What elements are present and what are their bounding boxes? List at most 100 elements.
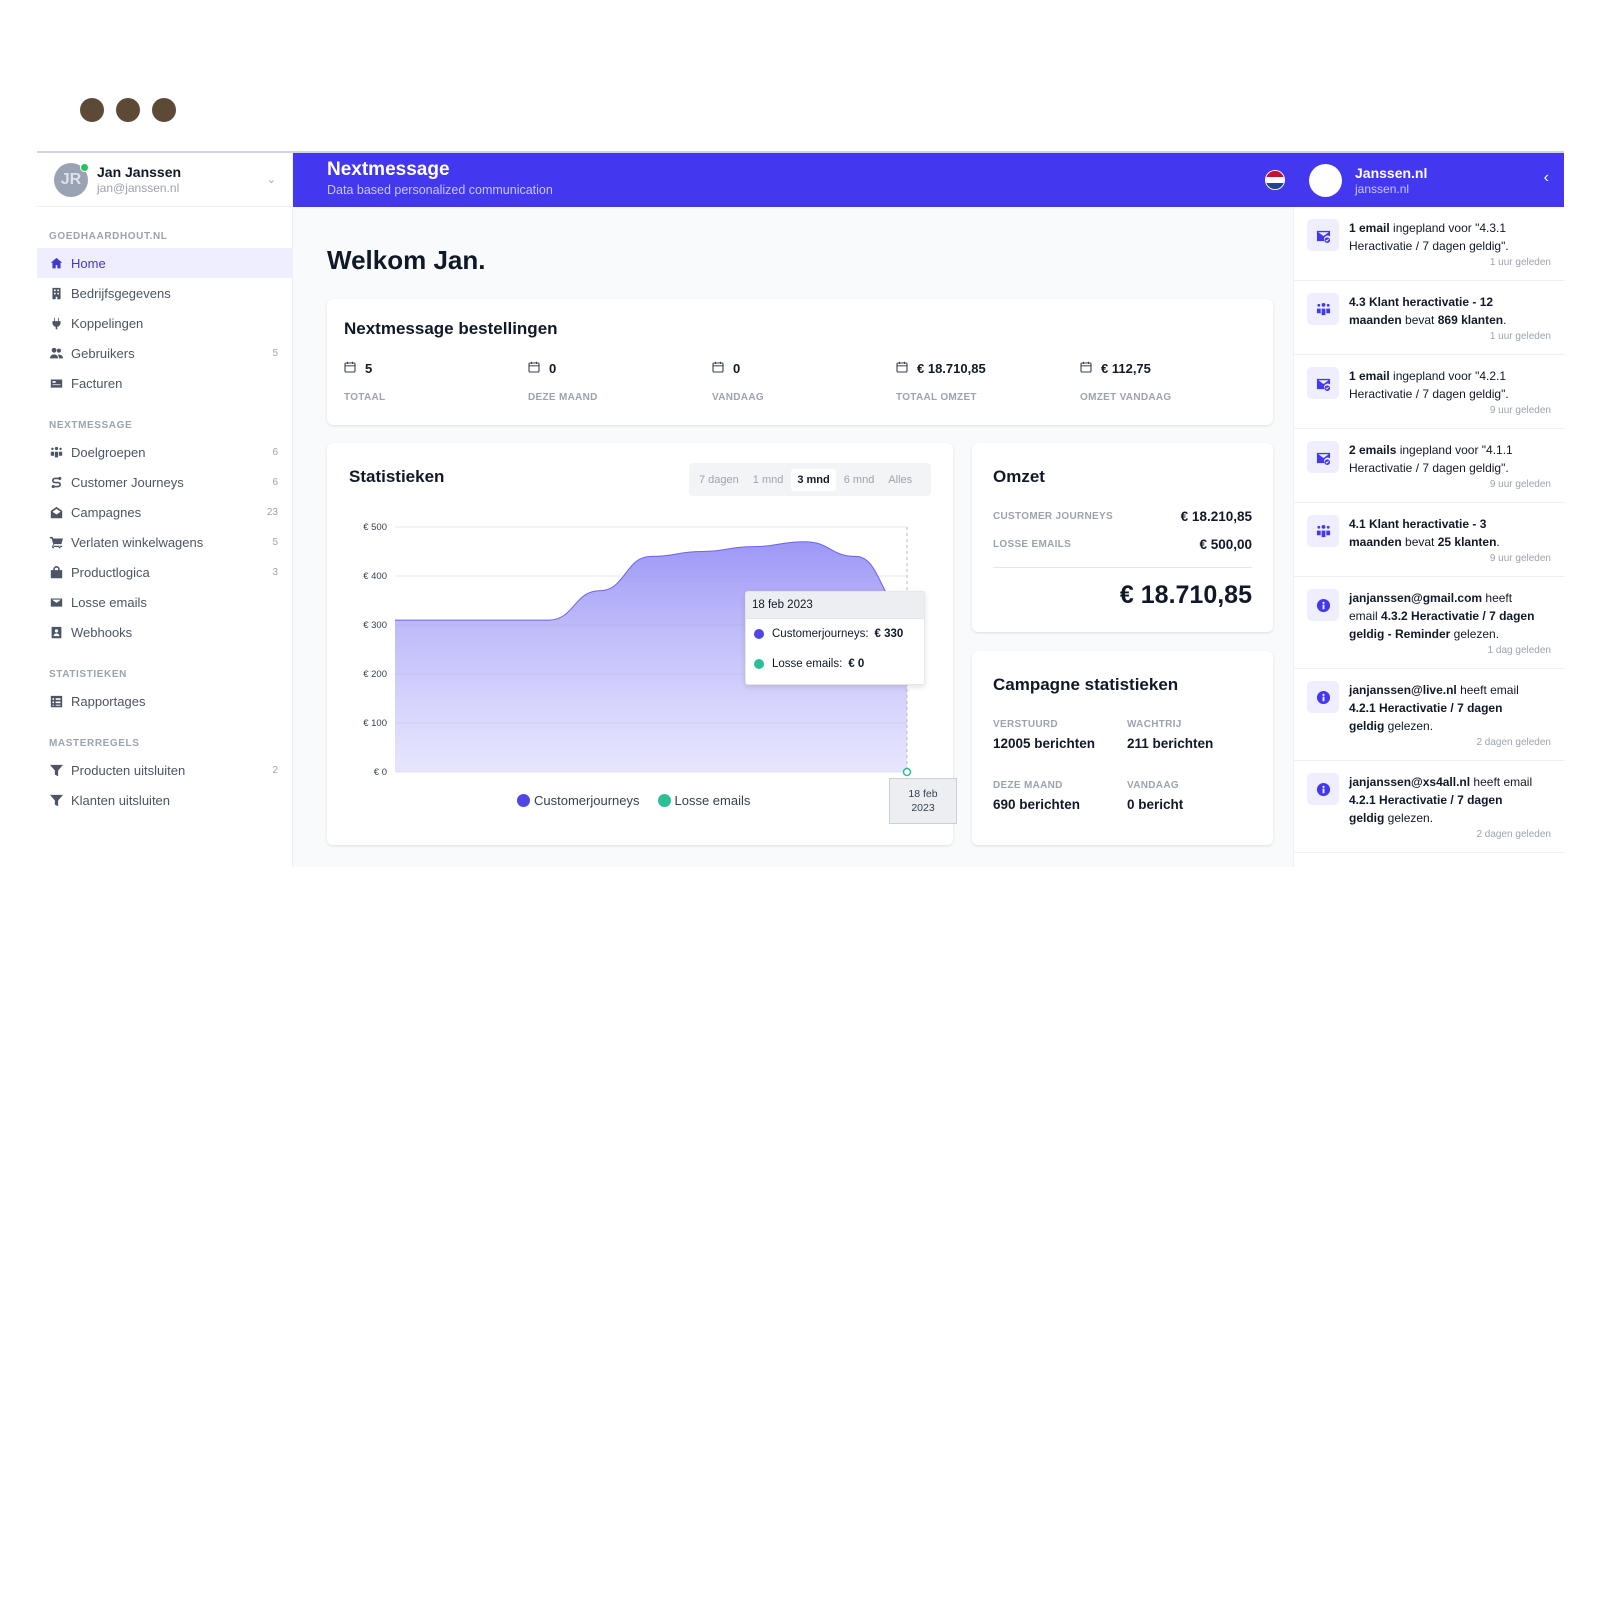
nav-section-heading: MASTERREGELS [49, 738, 140, 749]
revenue-row-label: CUSTOMER JOURNEYS [993, 511, 1113, 522]
app-title: Nextmessage [327, 159, 450, 180]
campaign-stat-value: 211 berichten [1127, 736, 1214, 751]
order-stat: 5 TOTAAL [344, 361, 385, 403]
campaign-stats-title: Campagne statistieken [993, 675, 1179, 694]
sidebar-item-productlogica[interactable]: Productlogica 3 [37, 557, 292, 587]
legend-label: Losse emails [674, 793, 751, 808]
top-bar: Nextmessage Data based personalized comm… [293, 153, 1564, 207]
legend-dot [657, 794, 671, 807]
sidebar-item-label: Rapportages [71, 693, 146, 709]
online-status-icon [80, 162, 89, 172]
sidebar-item-label: Customer Journeys [71, 474, 184, 490]
sidebar-item-rapportages[interactable]: Rapportages [37, 686, 292, 716]
sidebar-item-losse-emails[interactable]: Losse emails [37, 587, 292, 617]
point-losse-emails [902, 767, 912, 777]
info-icon [1307, 589, 1339, 621]
sidebar-item-count: 6 [272, 476, 278, 488]
notifications-panel: 1 email ingepland voor "4.3.1 Heractivat… [1293, 207, 1565, 867]
window-dot-minimize[interactable] [116, 98, 140, 122]
window-dot-close[interactable] [80, 98, 104, 122]
sidebar-item-webhooks[interactable]: Webhooks [37, 617, 292, 647]
notification-text: 1 email ingepland voor "4.2.1 Heractivat… [1349, 369, 1509, 401]
sidebar-nav: GOEDHAARDHOUT.NL Home Bedrijfsgegevens Kopp… [37, 231, 292, 815]
notification-item[interactable]: janjanssen@live.nl heeft email 4.2.1 Her… [1294, 669, 1565, 761]
notification-item[interactable]: 1 email ingepland voor "4.2.1 Heractivat… [1294, 355, 1565, 429]
group-icon [49, 445, 63, 459]
order-stat-label: OMZET VANDAAG [1080, 392, 1172, 403]
sidebar-item-doelgroepen[interactable]: Doelgroepen 6 [37, 437, 292, 467]
language-flag-icon[interactable] [1265, 170, 1285, 190]
campaign-stat: DEZE MAAND 690 berichten [993, 780, 1080, 812]
group-icon [1307, 515, 1339, 547]
sidebar-item-label: Doelgroepen [71, 444, 146, 460]
tooltip-value: € 330 [874, 628, 904, 640]
sidebar-item-klanten-uitsluiten[interactable]: Klanten uitsluiten [37, 785, 292, 815]
account-switcher[interactable]: Janssen.nl janssen.nl ‹ [1293, 153, 1564, 207]
y-tick-label: € 300 [363, 620, 387, 631]
divider [993, 567, 1252, 568]
y-tick-label: € 0 [374, 767, 387, 778]
sidebar-item-verlaten-winkelwagens[interactable]: Verlaten winkelwagens 5 [37, 527, 292, 557]
sidebar-item-label: Facturen [71, 375, 123, 391]
sidebar-item-label: Gebruikers [71, 345, 135, 361]
order-stat: 0 VANDAAG [712, 361, 764, 403]
avatar-initials: JR [60, 170, 82, 188]
tooltip-row: Losse emails: € 0 [746, 649, 924, 679]
legend-dot [517, 794, 530, 807]
notification-time: 9 uur geleden [1489, 405, 1551, 416]
notification-item[interactable]: 4.3 Klant heractivatie - 12 maanden beva… [1294, 281, 1565, 355]
notification-time: 2 dagen geleden [1476, 737, 1551, 748]
notification-item[interactable]: janjanssen@gmail.com heeft email 4.3.2 H… [1294, 577, 1565, 669]
users-icon [49, 346, 63, 360]
brand: Nextmessage Data based personalized comm… [327, 159, 553, 197]
user-name: Jan Janssen [97, 164, 182, 180]
sidebar: JR Jan Janssen jan@janssen.nl ⌄ GOEDHAAR… [37, 153, 293, 867]
legend-item[interactable]: Customerjourneys [517, 793, 640, 808]
main-content: Welkom Jan. Nextmessage bestellingen 5 TO… [293, 207, 1293, 867]
campaign-stat-label: DEZE MAAND [993, 780, 1063, 791]
mail-check-icon [1307, 219, 1339, 251]
sidebar-item-label: Verlaten winkelwagens [71, 534, 204, 550]
route-icon [49, 475, 63, 489]
notification-item[interactable]: 2 emails ingepland voor "4.1.1 Heractiva… [1294, 429, 1565, 503]
chevron-down-icon[interactable]: ⌄ [267, 173, 276, 186]
calendar-icon [344, 361, 365, 376]
notification-item[interactable]: janjanssen@xs4all.nl heeft email 4.2.1 H… [1294, 761, 1565, 853]
sidebar-item-label: Productlogica [71, 564, 150, 580]
sidebar-item-bedrijfsgegevens[interactable]: Bedrijfsgegevens [37, 278, 292, 308]
sidebar-item-count: 23 [266, 506, 278, 518]
sidebar-item-customer-journeys[interactable]: Customer Journeys 6 [37, 467, 292, 497]
notification-time: 2 dagen geleden [1476, 829, 1551, 840]
campaign-stat: VANDAAG 0 bericht [1127, 780, 1183, 812]
legend-item[interactable]: Losse emails [657, 793, 751, 808]
tooltip-series-dot [754, 629, 764, 639]
sidebar-item-label: Producten uitsluiten [71, 762, 186, 778]
tooltip-date: 18 feb 2023 [746, 592, 924, 619]
user-menu[interactable]: JR Jan Janssen jan@janssen.nl ⌄ [37, 153, 292, 207]
sidebar-item-producten-uitsluiten[interactable]: Producten uitsluiten 2 [37, 755, 292, 785]
sidebar-item-gebruikers[interactable]: Gebruikers 5 [37, 338, 292, 368]
home-icon [49, 256, 63, 270]
campaign-stat-value: 690 berichten [993, 797, 1081, 812]
tooltip-series-dot [754, 659, 764, 669]
campaign-stat-label: VERSTUURD [993, 719, 1058, 730]
notification-item[interactable]: 1 email ingepland voor "4.3.1 Heractivat… [1294, 207, 1565, 281]
chevron-left-icon[interactable]: ‹ [1544, 169, 1549, 187]
order-stat-label: TOTAAL [344, 392, 386, 403]
x-tooltip-year: 2023 [911, 802, 935, 814]
window-dot-maximize[interactable] [152, 98, 176, 122]
order-stat-value: 5 [365, 361, 373, 376]
order-stat-value: € 112,75 [1101, 361, 1151, 376]
account-domain: janssen.nl [1355, 182, 1410, 196]
notification-text: janjanssen@live.nl heeft email 4.2.1 Her… [1349, 683, 1519, 733]
sidebar-item-koppelingen[interactable]: Koppelingen [37, 308, 292, 338]
sidebar-item-facturen[interactable]: Facturen [37, 368, 292, 398]
sidebar-item-home[interactable]: Home [37, 248, 292, 278]
sidebar-item-campagnes[interactable]: Campagnes 23 [37, 497, 292, 527]
notification-item[interactable]: 4.1 Klant heractivatie - 3 maanden bevat… [1294, 503, 1565, 577]
x-axis-tooltip: 18 feb 2023 [889, 778, 957, 824]
sidebar-item-count: 2 [272, 764, 278, 776]
y-tick-label: € 400 [363, 571, 387, 582]
filter-icon [49, 793, 63, 807]
building-icon [49, 286, 63, 300]
